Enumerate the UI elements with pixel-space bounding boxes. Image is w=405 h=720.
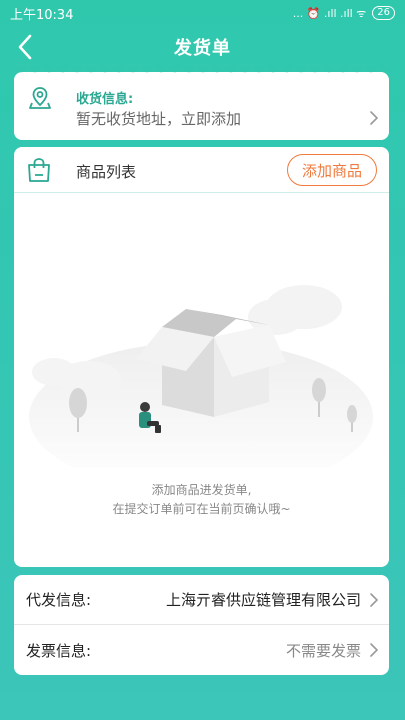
goods-list-title: 商品列表 [76,163,137,181]
page-title: 发货单 [174,38,231,59]
address-value[interactable]: 暂无收货地址，立即添加 [76,108,241,129]
agent-info-value: 上海亓睿供应链管理有限公司 [165,591,361,609]
invoice-info-row[interactable]: 发票信息: 不需要发票 [14,625,389,675]
scallop-edge [14,67,389,77]
chevron-right-icon [370,593,379,607]
back-button[interactable] [10,32,40,62]
goods-list-header: 商品列表 添加商品 [14,147,389,193]
agent-info-row[interactable]: 代发信息: 上海亓睿供应链管理有限公司 [14,575,389,625]
empty-hint-line2: 在提交订单前可在当前页确认哦~ [112,502,291,516]
address-label: 收货信息: [76,92,134,107]
status-icons: ... ⏰ .ıll .ıll ᯤ [292,6,367,20]
agent-info-label: 代发信息: [26,591,92,609]
chevron-left-icon [18,34,32,60]
status-indicators: ... ⏰ .ıll .ıll ᯤ 26 [293,6,395,21]
empty-hint-line1: 添加商品进发货单, [151,483,252,497]
address-card[interactable]: 收货信息: 暂无收货地址，立即添加 [14,67,389,140]
goods-list-card: 商品列表 添加商品 添加商品进发货单, 在提交订单前可在当前页确认哦~ [14,147,389,567]
battery-icon: 26 [372,6,395,20]
add-goods-button[interactable]: 添加商品 [287,154,377,186]
invoice-info-label: 发票信息: [26,641,92,660]
chevron-right-icon [370,643,379,657]
nav-header: 发货单 [0,26,405,68]
chevron-right-icon [370,111,379,125]
info-card: 代发信息: 上海亓睿供应链管理有限公司 发票信息: 不需要发票 [14,575,389,675]
location-pin-icon [29,87,51,109]
status-bar: 上午10:34 ... ⏰ .ıll .ıll ᯤ 26 [0,0,405,26]
empty-box-illustration [29,285,373,467]
status-time: 上午10:34 [10,7,74,23]
shopping-bag-icon [28,158,50,182]
invoice-info-value: 不需要发票 [285,641,361,660]
